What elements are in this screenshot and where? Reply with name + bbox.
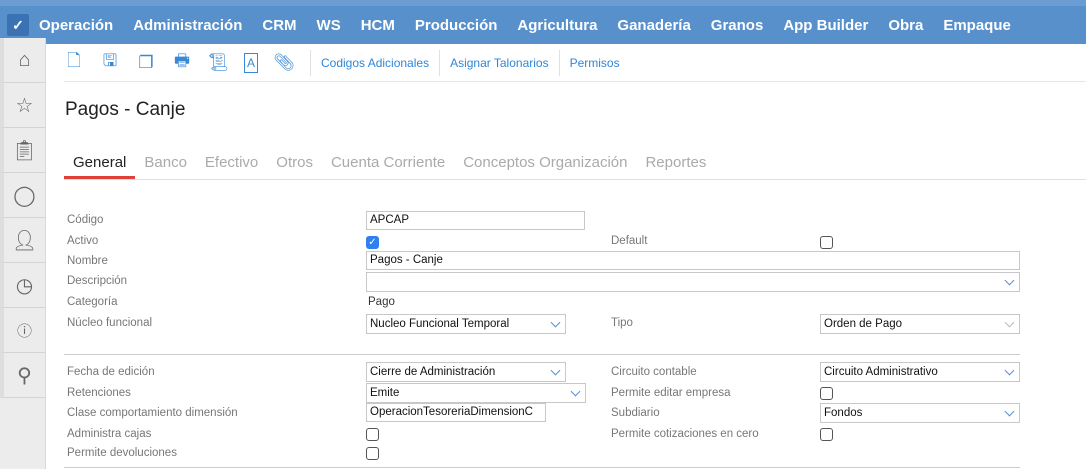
- circuito-select[interactable]: Circuito Administrativo: [820, 362, 1020, 382]
- support-icon[interactable]: ⚲: [0, 353, 45, 398]
- clase-label: Clase comportamiento dimensión: [67, 407, 238, 419]
- chat-icon[interactable]: ◯: [0, 173, 45, 218]
- page-title: Pagos - Canje: [65, 99, 186, 120]
- menu-crm[interactable]: CRM: [262, 17, 296, 34]
- menu-produccion[interactable]: Producción: [415, 17, 498, 34]
- menu-ws[interactable]: WS: [317, 17, 341, 34]
- tipo-label: Tipo: [611, 317, 633, 329]
- print-icon[interactable]: 🖶︎: [172, 51, 192, 74]
- nucleo-select[interactable]: Nucleo Funcional Temporal: [366, 314, 566, 334]
- new-document-icon[interactable]: 🗋︎: [64, 51, 84, 74]
- scroll-icon[interactable]: 📜︎: [207, 52, 229, 74]
- tipo-select[interactable]: Orden de Pago: [820, 314, 1020, 334]
- circuito-label: Circuito contable: [611, 366, 697, 378]
- home-icon[interactable]: ⌂: [0, 38, 45, 83]
- text-document-icon[interactable]: A: [244, 52, 258, 73]
- divider: [64, 354, 1020, 355]
- menu-administracion[interactable]: Administración: [133, 17, 242, 34]
- menu-ganaderia[interactable]: Ganadería: [617, 17, 690, 34]
- star-icon[interactable]: ☆: [0, 83, 45, 128]
- devoluciones-label: Permite devoluciones: [67, 447, 177, 459]
- menu-operacion[interactable]: Operación: [39, 17, 113, 34]
- tab-general[interactable]: General: [64, 148, 136, 179]
- tab-otros[interactable]: Otros: [267, 148, 322, 179]
- copy-icon[interactable]: ❐: [136, 52, 156, 74]
- clipboard-icon[interactable]: 📋︎: [0, 128, 45, 173]
- nombre-input[interactable]: Pagos - Canje: [366, 251, 1020, 270]
- activo-label: Activo: [67, 235, 99, 247]
- attachment-icon[interactable]: 📎︎: [273, 52, 295, 74]
- top-menu-bar: ✓ Operación Administración CRM WS HCM Pr…: [0, 0, 1086, 44]
- tab-banco[interactable]: Banco: [135, 148, 196, 179]
- menu-app-builder[interactable]: App Builder: [783, 17, 868, 34]
- asignar-talonarios-link[interactable]: Asignar Talonarios: [439, 49, 559, 76]
- subdiario-label: Subdiario: [611, 407, 660, 419]
- tab-bar: General Banco Efectivo Otros Cuenta Corr…: [64, 148, 1086, 180]
- cajas-label: Administra cajas: [67, 428, 152, 440]
- menu-granos[interactable]: Granos: [711, 17, 764, 34]
- save-icon[interactable]: 🖫︎: [100, 51, 120, 74]
- app-logo-icon[interactable]: ✓: [7, 14, 29, 36]
- default-checkbox[interactable]: [820, 236, 833, 249]
- permisos-link[interactable]: Permisos: [558, 49, 630, 76]
- descripcion-select[interactable]: [366, 272, 1020, 292]
- devoluciones-checkbox[interactable]: [366, 447, 379, 460]
- categoria-label: Categoría: [67, 296, 118, 308]
- divider: [64, 467, 1020, 468]
- retenciones-select[interactable]: Emite: [366, 383, 586, 403]
- nombre-label: Nombre: [67, 255, 108, 267]
- menu-empaque[interactable]: Empaque: [943, 17, 1011, 34]
- codigo-input[interactable]: APCAP: [366, 211, 585, 230]
- descripcion-label: Descripción: [67, 275, 128, 287]
- cotizaciones-label: Permite cotizaciones en cero: [611, 428, 759, 440]
- menu-hcm[interactable]: HCM: [361, 17, 395, 34]
- tab-efectivo[interactable]: Efectivo: [196, 148, 267, 179]
- editar-empresa-label: Permite editar empresa: [611, 387, 731, 399]
- tab-cuenta-corriente[interactable]: Cuenta Corriente: [322, 148, 454, 179]
- activo-checkbox[interactable]: ✓: [366, 236, 379, 249]
- codigo-label: Código: [67, 214, 104, 226]
- menu-agricultura[interactable]: Agricultura: [517, 17, 597, 34]
- tab-reportes[interactable]: Reportes: [636, 148, 715, 179]
- menu-obra[interactable]: Obra: [888, 17, 923, 34]
- toolbar: 🗋︎ 🖫︎ ❐ 🖶︎ 📜︎ A 📎︎ Codigos Adicionales A…: [64, 44, 1086, 82]
- subdiario-select[interactable]: Fondos: [820, 403, 1020, 423]
- nucleo-label: Núcleo funcional: [67, 317, 153, 329]
- categoria-value: Pago: [368, 296, 395, 308]
- help-icon[interactable]: ⓘ: [0, 308, 45, 353]
- add-user-icon[interactable]: 👤︎: [0, 218, 45, 263]
- cajas-checkbox[interactable]: [366, 428, 379, 441]
- retenciones-label: Retenciones: [67, 387, 131, 399]
- sidebar: ⌂ ☆ 📋︎ ◯ 👤︎ ◷ ⓘ ⚲: [0, 38, 46, 469]
- cotizaciones-checkbox[interactable]: [820, 428, 833, 441]
- fecha-label: Fecha de edición: [67, 366, 155, 378]
- fecha-select[interactable]: Cierre de Administración: [366, 362, 566, 382]
- default-label: Default: [611, 235, 648, 247]
- clock-icon[interactable]: ◷: [0, 263, 45, 308]
- clase-input[interactable]: OperacionTesoreriaDimensionC: [366, 403, 546, 422]
- editar-empresa-checkbox[interactable]: [820, 387, 833, 400]
- tab-conceptos-organizacion[interactable]: Conceptos Organización: [454, 148, 636, 179]
- codigos-adicionales-link[interactable]: Codigos Adicionales: [310, 49, 439, 76]
